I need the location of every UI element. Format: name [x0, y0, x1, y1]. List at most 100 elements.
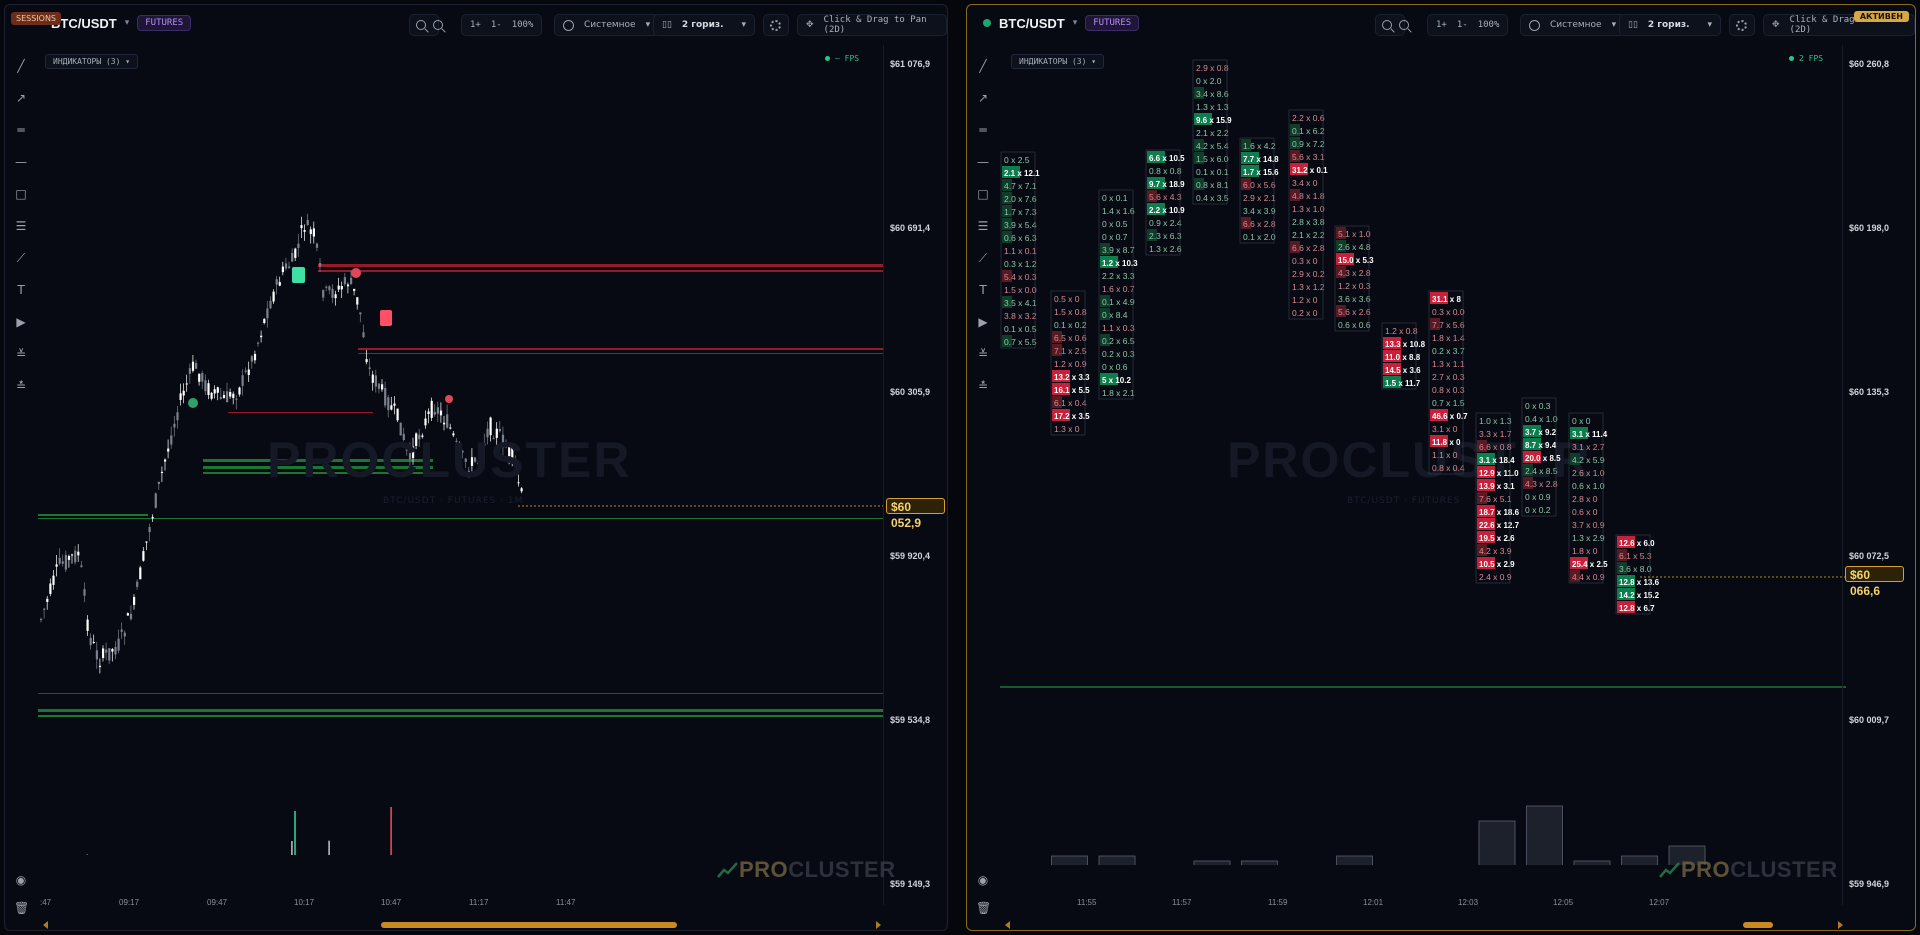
pitchfork-icon[interactable]: ≚: [976, 347, 990, 361]
candle-body: [343, 277, 346, 285]
footprint-cell: 6.1 x 5.3: [1619, 551, 1652, 561]
footprint-column: 2.9 x 0.80 x 2.03.4 x 8.61.3 x 1.39.6 x …: [1192, 59, 1232, 205]
footprint-cell: 6.6 x 2.8: [1243, 219, 1276, 229]
footprint-cell: 0.8 x 8.1: [1196, 180, 1229, 190]
footprint-cell: 0 x 8.4: [1102, 310, 1128, 320]
footprint-cell: 0.6 x 1.0: [1572, 481, 1605, 491]
footprint-cell: 0.3 x 0.0: [1432, 307, 1465, 317]
drawing-toolbar: ╱ ↗ ═ — □ ☰ ⟋ T ▶ ≚ ≛ ◉ 🗑: [5, 45, 35, 930]
horizontal-scrollbar[interactable]: [1001, 919, 1847, 931]
candle-body: [253, 353, 257, 361]
price-axis[interactable]: $61 076,9 $60 691,4 $60 305,9 $59 920,4 …: [883, 45, 945, 905]
candle-body: [446, 414, 449, 428]
sessions-badge[interactable]: SESSIONS: [11, 12, 62, 25]
footprint-cell: 0 x 2.5: [1004, 155, 1030, 165]
price-axis[interactable]: $60 260,8 $60 198,0 $60 135,3 $60 072,5 …: [1842, 45, 1904, 905]
eye-icon[interactable]: ◉: [976, 873, 990, 887]
channel-icon[interactable]: ≛: [14, 379, 28, 393]
parallel-lines-icon[interactable]: ═: [976, 123, 990, 137]
fib-levels-icon[interactable]: ☰: [976, 219, 990, 233]
footprint-cell: 0.6 x 6.3: [1004, 233, 1037, 243]
candle-body: [170, 435, 173, 445]
footprint-cell: 0.7 x 1.5: [1432, 398, 1465, 408]
price-label: $59 149,3: [890, 879, 931, 889]
footprint-cell: 0.1 x 0.1: [1196, 167, 1229, 177]
candle-body: [226, 391, 229, 403]
footprint-cell: 2.8 x 3.8: [1292, 217, 1325, 227]
trash-icon[interactable]: 🗑: [976, 901, 991, 915]
text-icon[interactable]: T: [14, 283, 28, 297]
trend-line-icon[interactable]: ╱: [976, 59, 990, 73]
footprint-cell: 5 x 10.2: [1102, 376, 1131, 385]
footprint-cell: 1.3 x 2.9: [1572, 533, 1605, 543]
candlestick-chart[interactable]: [38, 5, 884, 855]
play-icon[interactable]: ▶: [976, 315, 990, 329]
rectangle-icon[interactable]: □: [14, 187, 28, 201]
candle-body: [160, 471, 164, 474]
horizontal-line-icon[interactable]: —: [14, 155, 28, 169]
play-icon[interactable]: ▶: [14, 315, 28, 329]
candle-body: [40, 618, 43, 621]
level-line: [358, 348, 884, 350]
candle-body: [49, 583, 52, 594]
horizontal-scrollbar[interactable]: [39, 919, 885, 931]
text-icon[interactable]: T: [976, 283, 990, 297]
candle-body: [74, 550, 77, 563]
time-label: 11:59: [1268, 898, 1288, 907]
chart-pane-right[interactable]: АКТИВЕН BTC/USDT ▾ FUTURES 1+ 1- 100% Си…: [966, 4, 1916, 931]
footprint-cell: 1.1 x 0.3: [1102, 323, 1135, 333]
footprint-cell: 1.6 x 0.7: [1102, 284, 1135, 294]
candle-body: [229, 391, 232, 397]
pitchfork-icon[interactable]: ≚: [14, 347, 28, 361]
logo-pro-text: PRO: [739, 857, 789, 882]
arrow-icon[interactable]: ↗: [14, 91, 28, 105]
footprint-column: 31.1 x 8 0.3 x 0.0 7.7 x 5.6 1.8 x 1.4 0.2 x…: [1428, 290, 1468, 475]
ruler-icon[interactable]: ⟋: [976, 251, 990, 265]
footprint-cell: 0.2 x 6.5: [1102, 336, 1135, 346]
candle-body: [359, 312, 362, 315]
candle-body: [263, 318, 266, 323]
level-line: [38, 693, 884, 694]
candle-body: [436, 407, 439, 414]
time-label: :47: [40, 898, 52, 907]
candle-body: [129, 613, 133, 620]
candle-body: [315, 243, 319, 248]
fib-levels-icon[interactable]: ☰: [14, 219, 28, 233]
candle-body: [430, 400, 433, 418]
footprint-cell: 2.2 x 0.6: [1292, 113, 1325, 123]
footprint-cell: 0.5 x 0: [1054, 294, 1080, 304]
candle-body: [222, 394, 226, 399]
active-badge: АКТИВЕН: [1853, 11, 1909, 22]
footprint-column: 0.5 x 0 1.5 x 0.8 0.1 x 0.2 6.5 x 0.6 7.1 x …: [1050, 290, 1090, 436]
candle-body: [142, 551, 145, 561]
chart-pane-left[interactable]: SESSIONS BTC/USDT ▾ FUTURES 1+ 1- 100% С…: [4, 4, 948, 931]
candle-body: [77, 551, 80, 556]
footprint-column: 0 x 0.1 1.4 x 1.6 0 x 0.5 0 x 0.7 3.9 x 8.7 1…: [1098, 189, 1138, 400]
level-line: [38, 514, 148, 516]
footprint-chart[interactable]: 0 x 2.52.1 x 12.14.7 x 7.12.0 x 7.61.7 x…: [1000, 5, 1846, 865]
ruler-icon[interactable]: ⟋: [14, 251, 28, 265]
candle-body: [294, 248, 297, 258]
footprint-cell: 3.6 x 8.0: [1619, 564, 1652, 574]
footprint-cell: 2.3 x 6.3: [1149, 231, 1182, 241]
footprint-cell: 1.3 x 1.0: [1292, 204, 1325, 214]
arrow-icon[interactable]: ↗: [976, 91, 990, 105]
footprint-cell: 2.0 x 7.6: [1004, 194, 1037, 204]
parallel-lines-icon[interactable]: ═: [14, 123, 28, 137]
footprint-cell: 0 x 0.2: [1525, 505, 1551, 515]
candle-body: [185, 383, 188, 385]
trend-line-icon[interactable]: ╱: [14, 59, 28, 73]
level-line: [318, 264, 884, 267]
rectangle-icon[interactable]: □: [976, 187, 990, 201]
footprint-cell: 1.5 x 0.8: [1054, 307, 1087, 317]
volume-bar: [1051, 855, 1088, 865]
channel-icon[interactable]: ≛: [976, 379, 990, 393]
signal-dot: [445, 395, 453, 403]
candle-body: [346, 284, 350, 287]
eye-icon[interactable]: ◉: [14, 873, 28, 887]
trash-icon[interactable]: 🗑: [14, 901, 29, 915]
horizontal-line-icon[interactable]: —: [976, 155, 990, 169]
footprint-cell: 0 x 0.7: [1102, 232, 1128, 242]
volume-bar: [1621, 855, 1658, 865]
footprint-column: 1.6 x 4.27.7 x 14.81.7 x 15.66.0 x 5.62.…: [1239, 137, 1279, 244]
